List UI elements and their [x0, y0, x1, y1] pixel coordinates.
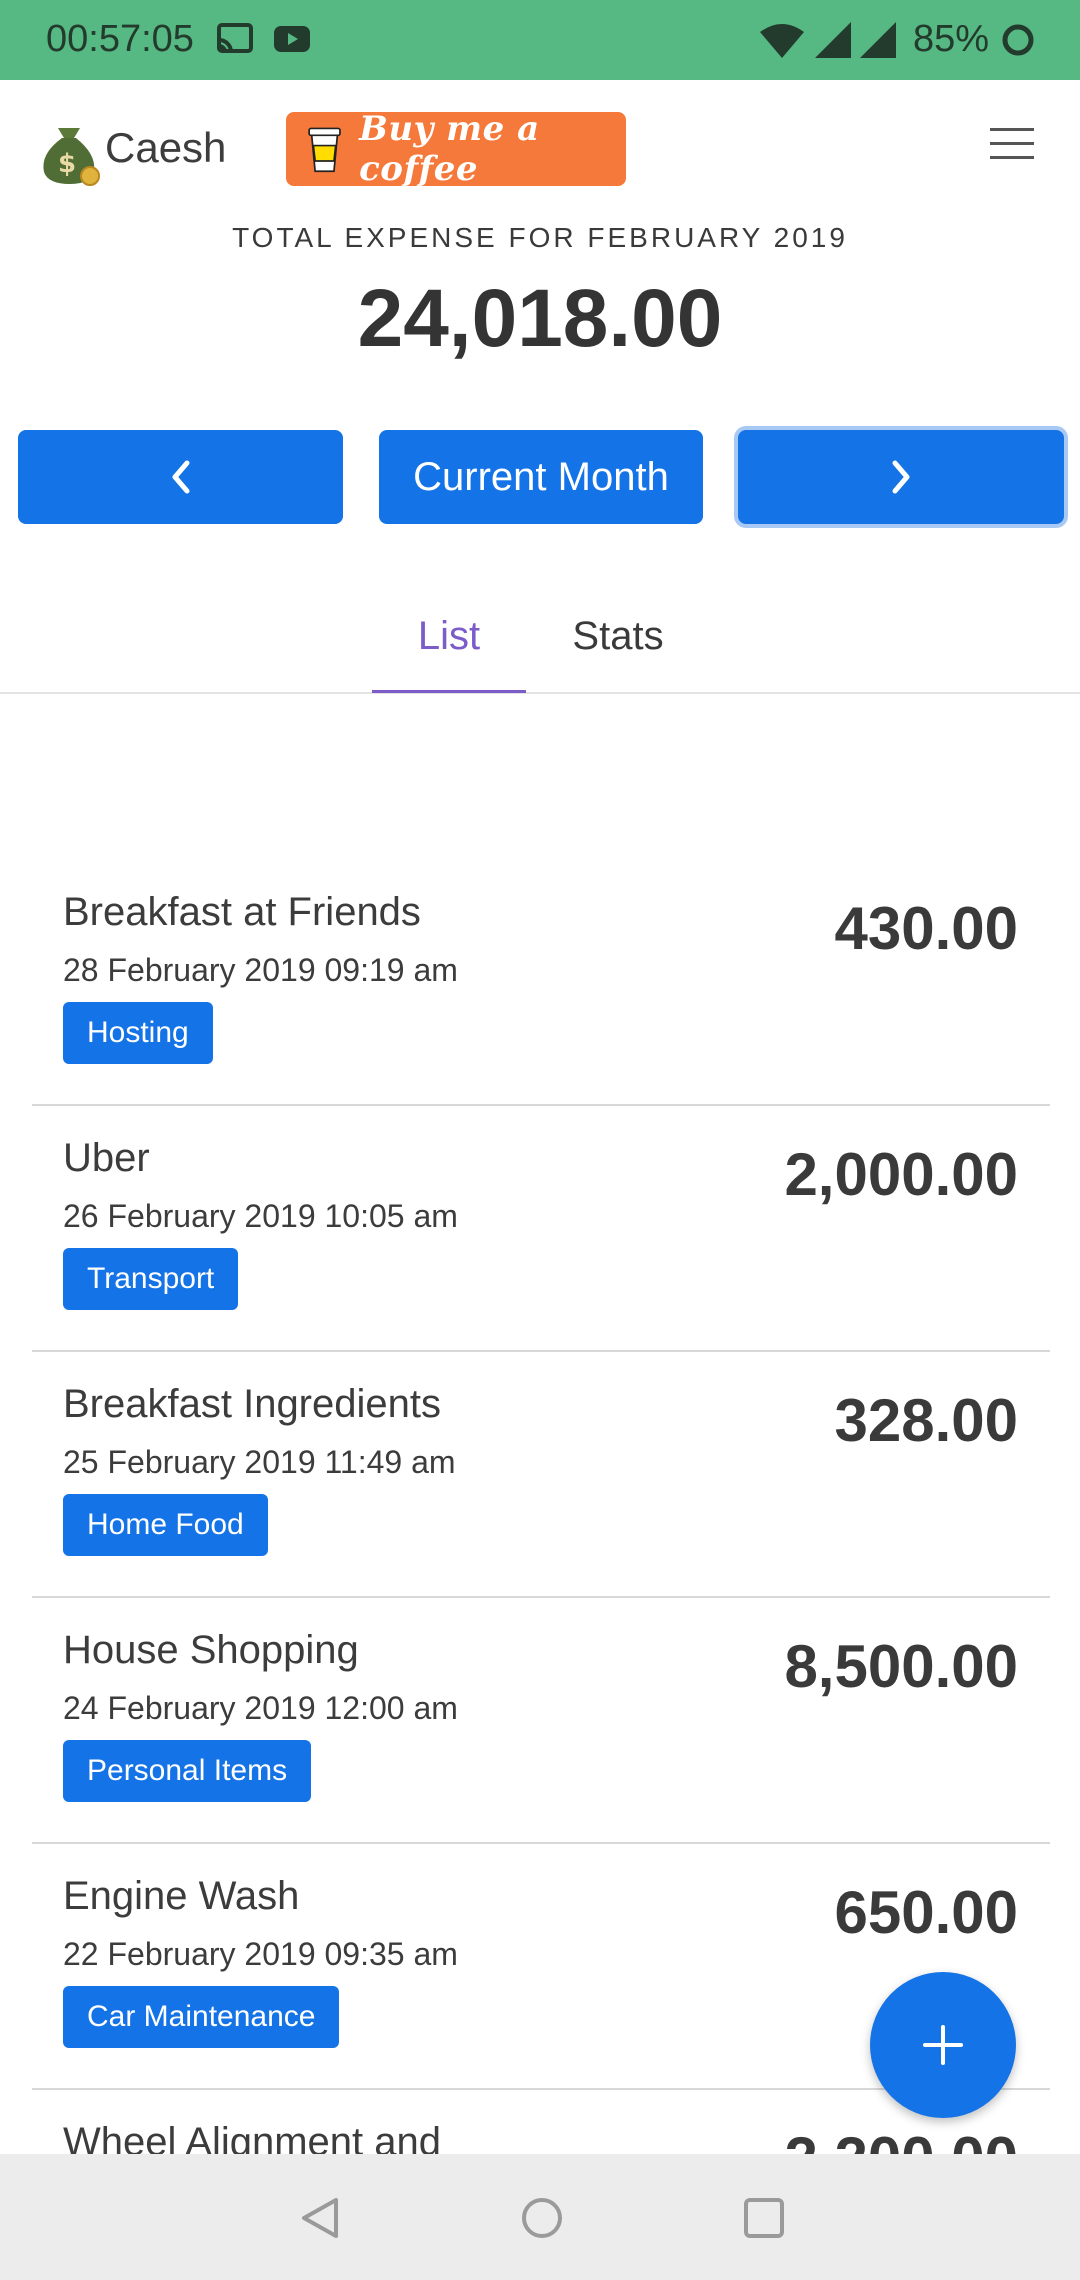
system-nav-bar: [0, 2154, 1080, 2280]
back-icon[interactable]: [296, 2194, 344, 2242]
expense-list[interactable]: Breakfast at Friends 28 February 2019 09…: [32, 860, 1050, 2154]
battery-icon: [1002, 24, 1034, 56]
add-expense-button[interactable]: [870, 1972, 1016, 2118]
youtube-icon: [274, 26, 310, 52]
coffee-label: Buy me a coffee: [359, 109, 540, 189]
expense-category-badge: Car Maintenance: [63, 1986, 340, 2048]
recent-apps-icon[interactable]: [740, 2194, 788, 2242]
app-header: $ Caesh Buy me a coffee: [0, 80, 1080, 220]
total-expense-amount: 24,018.00: [357, 273, 723, 364]
expense-amount: 2,000.00: [784, 1141, 1018, 1208]
expense-date: 28 February 2019 09:19 am: [63, 952, 458, 988]
total-expense-label: TOTAL EXPENSE FOR FEBRUARY 2019: [232, 222, 848, 253]
app-name: Caesh: [105, 124, 227, 171]
money-bag-icon: $: [43, 128, 100, 186]
cast-icon: [217, 23, 253, 53]
expense-category-badge: Home Food: [63, 1494, 268, 1556]
coffee-cup-icon: [308, 127, 341, 173]
expense-title: Breakfast at Friends: [63, 890, 421, 934]
expense-category-badge: Hosting: [63, 1002, 213, 1064]
battery-percent: 85%: [913, 18, 990, 60]
wifi-icon: [760, 24, 804, 58]
expense-amount: 650.00: [834, 1879, 1018, 1946]
expense-amount: 430.00: [834, 895, 1018, 962]
tab-list[interactable]: List: [372, 614, 526, 659]
expense-item[interactable]: Breakfast at Friends 28 February 2019 09…: [32, 860, 1050, 1106]
tab-stats[interactable]: Stats: [548, 614, 688, 659]
status-time: 00:57:05: [46, 18, 194, 60]
status-bar: 00:57:05 85%: [0, 0, 1080, 80]
expense-title: Breakfast Ingredients: [63, 1382, 441, 1426]
expense-title: Wheel Alignment and: [63, 2120, 442, 2154]
expense-amount: 2,200.00: [784, 2124, 1018, 2154]
expense-category-badge: Personal Items: [63, 1740, 312, 1802]
current-month-button[interactable]: Current Month: [379, 430, 703, 524]
expense-category-badge: Transport: [63, 1248, 239, 1310]
expense-title: House Shopping: [63, 1628, 359, 1672]
previous-month-button[interactable]: [18, 430, 343, 524]
active-tab-indicator: [372, 690, 526, 693]
expense-date: 25 February 2019 11:49 am: [63, 1444, 456, 1480]
expense-item[interactable]: Uber 26 February 2019 10:05 am Transport…: [32, 1106, 1050, 1352]
view-tabs: List Stats: [0, 590, 1080, 694]
chevron-right-icon: [892, 460, 910, 494]
buy-me-a-coffee-button[interactable]: Buy me a coffee: [286, 109, 626, 189]
expense-title: Uber: [63, 1136, 150, 1180]
expense-date: 22 February 2019 09:35 am: [63, 1936, 458, 1972]
svg-text:$: $: [58, 149, 76, 179]
chevron-left-icon: [172, 460, 189, 494]
expense-item[interactable]: Breakfast Ingredients 25 February 2019 1…: [32, 1352, 1050, 1598]
expense-amount: 328.00: [834, 1387, 1018, 1454]
cell-signal-icon: [860, 22, 896, 58]
home-icon[interactable]: [518, 2194, 566, 2242]
expense-amount: 8,500.00: [784, 1633, 1018, 1700]
expense-date: 26 February 2019 10:05 am: [63, 1198, 458, 1234]
expense-date: 24 February 2019 12:00 am: [63, 1690, 458, 1726]
hamburger-menu-icon[interactable]: [990, 128, 1038, 168]
next-month-button[interactable]: [738, 430, 1064, 524]
expense-title: Engine Wash: [63, 1874, 300, 1918]
plus-icon: [923, 2025, 963, 2065]
expense-item[interactable]: House Shopping 24 February 2019 12:00 am…: [32, 1598, 1050, 1844]
cell-signal-icon: [815, 22, 851, 58]
